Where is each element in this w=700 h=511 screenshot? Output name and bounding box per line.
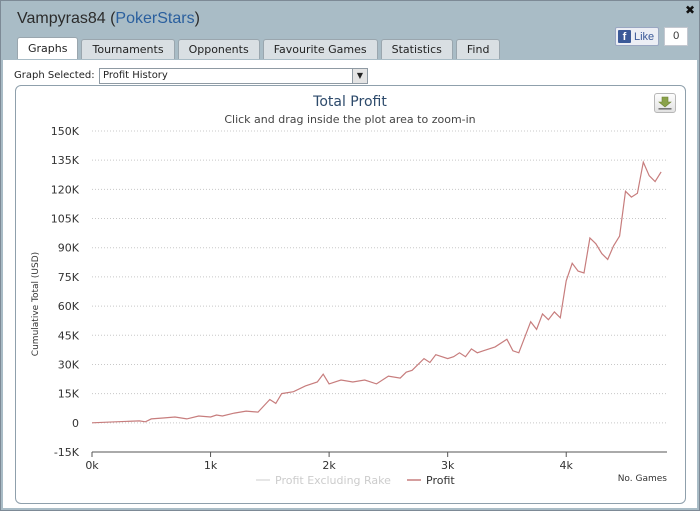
y-tick-label: 30K <box>58 358 80 371</box>
tab-tournaments[interactable]: Tournaments <box>81 39 175 59</box>
tab-statistics[interactable]: Statistics <box>380 39 453 59</box>
y-tick-label: 105K <box>51 213 80 226</box>
tab-find[interactable]: Find <box>455 39 501 59</box>
download-button[interactable] <box>654 93 676 113</box>
chart-subtitle: Click and drag inside the plot area to z… <box>224 113 475 126</box>
y-axis-label: Cumulative Total (USD) <box>31 252 41 356</box>
legend-label-profit: Profit <box>426 474 455 487</box>
series-line-profit[interactable] <box>91 160 662 424</box>
download-icon <box>658 96 672 110</box>
series-layer <box>91 160 662 424</box>
x-tick-label: 2k <box>322 459 336 472</box>
player-window: Vampyras84 (PokerStars) ✖ f Like 0 Graph… <box>0 0 700 511</box>
legend-item-profit-excluding-rake[interactable]: Profit Excluding Rake <box>256 474 391 487</box>
tab-bar: Graphs Tournaments Opponents Favourite G… <box>17 37 503 59</box>
x-tick-label: 3k <box>441 459 455 472</box>
facebook-icon: f <box>618 30 631 43</box>
chart-title: Total Profit <box>312 94 387 110</box>
graph-select-value: Profit History <box>103 70 168 81</box>
player-name: Vampyras84 <box>17 10 106 27</box>
y-tick-label: 45K <box>58 329 80 342</box>
graph-selected-label: Graph Selected: <box>14 70 95 81</box>
like-count: 0 <box>664 27 689 46</box>
facebook-like-widget: f Like 0 <box>615 27 689 46</box>
facebook-like-button[interactable]: f Like <box>615 27 660 46</box>
axes <box>91 451 667 457</box>
legend: Profit Excluding Rake Profit <box>256 474 455 487</box>
x-tick-label: 1k <box>204 459 218 472</box>
legend-item-profit[interactable]: Profit <box>407 474 455 487</box>
y-tick-label: 150K <box>51 125 80 138</box>
x-axis-label: No. Games <box>618 474 668 484</box>
profit-chart[interactable]: -15K015K30K45K60K75K90K105K120K135K150K … <box>16 86 685 503</box>
graph-select-dropdown[interactable]: Profit History ▼ <box>99 68 368 84</box>
tab-graphs[interactable]: Graphs <box>17 37 79 59</box>
tab-favourite-games[interactable]: Favourite Games <box>262 39 378 59</box>
window-title: Vampyras84 (PokerStars) <box>17 10 200 28</box>
y-tick-label: 135K <box>51 154 80 167</box>
x-tick-label: 0k <box>85 459 99 472</box>
x-tick-label: 4k <box>560 459 574 472</box>
grid-lines <box>92 130 667 453</box>
like-label: Like <box>634 30 655 43</box>
y-tick-label: 120K <box>51 183 80 196</box>
y-tick-label: -15K <box>54 446 80 459</box>
close-icon[interactable]: ✖ <box>685 3 695 17</box>
y-tick-label: 75K <box>58 271 80 284</box>
legend-label-profit-excluding-rake: Profit Excluding Rake <box>275 474 391 487</box>
x-tick-labels: 0k 1k 2k 3k 4k <box>85 459 573 472</box>
y-tick-labels: -15K 0 15K 30K 45K 60K 75K 90K 105K 120K 135K 150K <box>51 125 80 459</box>
chart-container: -15K 0 15K 30K 45K 60K 75K 90K 105K 120K 135K 150K … <box>15 85 686 504</box>
y-tick-label: 60K <box>58 300 80 313</box>
chevron-down-icon[interactable]: ▼ <box>352 69 367 83</box>
network-close-paren: ) <box>194 10 200 27</box>
network-name: PokerStars <box>115 10 195 27</box>
y-tick-label: 90K <box>58 242 80 255</box>
tab-opponents[interactable]: Opponents <box>177 39 260 59</box>
graphs-panel: Graph Selected: Profit History ▼ -15K 0 15… <box>3 60 697 508</box>
y-tick-label: 15K <box>58 388 80 401</box>
y-tick-label: 0 <box>72 417 79 430</box>
